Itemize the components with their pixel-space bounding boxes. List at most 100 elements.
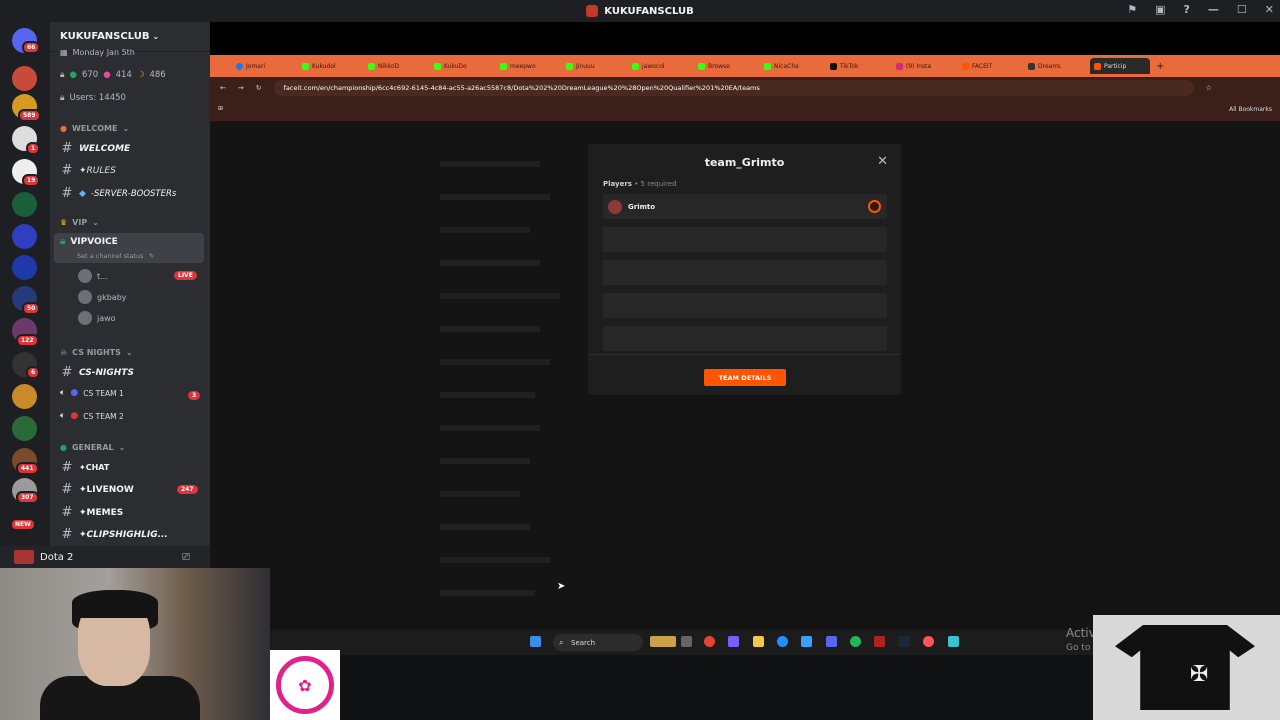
channel-cs-nights[interactable]: # CS-NIGHTS [60,365,134,380]
inbox-icon[interactable]: ⚑ [1127,3,1137,16]
minimize-button[interactable]: — [1208,3,1219,16]
titlebar-controls: ⚑ ▣ ? — ☐ ✕ [1127,3,1274,16]
team-details-button[interactable]: TEAM DETAILS [704,369,786,386]
unread-badge: 247 [177,485,198,494]
discord-icon[interactable] [826,636,837,647]
channel-list: KUKUFANSCLUB ⌄ ⚇ ▦Monday Jan 5th 🔒︎ ●670… [50,22,242,567]
channel-label: ✦MEMES [79,507,124,518]
lock-icon: 🔒︎ [60,70,65,80]
browser-tab[interactable]: Jomari [232,58,292,74]
widget-icon[interactable] [650,636,676,647]
streamer-bangs [72,590,158,618]
browser-tab[interactable]: Jinuuu [562,58,622,74]
channel-welcome[interactable]: # WELCOME [60,141,131,156]
browser-tab[interactable]: DreamL [1024,58,1084,74]
channel-label: CS-NIGHTS [79,367,134,378]
apps-icon[interactable]: ⊞ [218,105,223,112]
players-required: • 5 required [631,180,677,188]
close-icon[interactable]: ✕ [877,154,888,169]
app-icon[interactable] [923,636,934,647]
category-general[interactable]: ● GENERAL ⌄ [60,443,125,452]
back-icon[interactable]: ← [220,84,226,92]
steam-icon[interactable] [899,636,910,647]
channel-clips[interactable]: # ✦CLIPSHIGHLIG... [60,527,168,542]
avatar [78,311,92,325]
category-cs-nights[interactable]: ☠ CS NIGHTS ⌄ [60,348,133,357]
voice-user[interactable]: gkbaby [78,290,127,304]
browser-tab-active[interactable]: Particip [1090,58,1150,74]
reload-icon[interactable]: ↻ [256,84,262,92]
browser-tab[interactable]: Kukudol [298,58,358,74]
server-icon[interactable] [12,384,37,409]
voice-user[interactable]: t... [78,269,108,283]
task-view-icon[interactable] [681,636,692,647]
all-bookmarks[interactable]: All Bookmarks [1229,106,1272,113]
copilot-icon[interactable] [728,636,739,647]
tab-label: Jomari [246,62,266,70]
browser-tab[interactable]: FACEIT [958,58,1018,74]
browser-tab[interactable]: NicaCha [760,58,820,74]
server-icon[interactable] [12,66,37,91]
browser-tab[interactable]: TikTok [826,58,886,74]
player-slot[interactable]: Grimto [603,194,887,219]
server-icon[interactable] [12,192,37,217]
speaker-icon: 🔈︎ [60,411,66,421]
folder-icon[interactable] [753,636,764,647]
channel-livenow[interactable]: # ✦LIVENOW [60,482,134,497]
windows-start-icon[interactable] [530,636,541,647]
stream-icon[interactable]: ⎚ [182,552,190,563]
server-icon[interactable] [12,224,37,249]
mouse-cursor-icon: ➤ [557,581,566,592]
help-icon[interactable]: ? [1184,3,1190,16]
browser-tab[interactable]: KukuDo [430,58,490,74]
star-icon[interactable]: ☆ [1206,84,1212,92]
channel-status[interactable]: Set a channel status ✎ [77,252,154,260]
activity-bar[interactable]: Dota 2 ⎚ [0,546,210,568]
server-icon[interactable] [12,416,37,441]
server-icon[interactable] [12,255,37,280]
server-name: KUKUFANSCLUB [60,31,150,42]
taskbar-search[interactable]: ⌕ Search [553,634,643,651]
screen-icon[interactable]: ▣ [1155,3,1165,16]
empty-player-slot [603,227,887,252]
channel-rules[interactable]: # ✦RULES [60,163,116,178]
maximize-button[interactable]: ☐ [1237,3,1247,16]
store-icon[interactable] [801,636,812,647]
dota-icon[interactable] [874,636,885,647]
category-welcome[interactable]: ● WELCOME ⌄ [60,124,129,133]
browser-tab[interactable]: meepwo [496,58,556,74]
avatar [78,290,92,304]
browser-tab[interactable]: NikkoD [364,58,424,74]
windows-taskbar: ⌕ Search [210,630,1093,655]
cross-emblem-icon: ✠ [1190,662,1209,687]
browser-tab[interactable]: (9) Insta [892,58,952,74]
channel-label: ✦CHAT [79,463,110,472]
tab-label: Kukudol [312,62,336,70]
browser-tab[interactable]: Browse [694,58,754,74]
channel-cs-team2[interactable]: 🔈︎ ● CS TEAM 2 [60,411,124,421]
channel-cs-team1[interactable]: 🔈︎ ● CS TEAM 1 [60,388,124,398]
category-vip[interactable]: ♛ VIP ⌄ [60,218,99,227]
spotify-icon[interactable] [850,636,861,647]
avatar [78,269,92,283]
close-button[interactable]: ✕ [1265,3,1274,16]
edge-icon[interactable] [777,636,788,647]
browser-tab[interactable]: jawocol [628,58,688,74]
tab-label: jawocol [642,62,665,70]
new-tab-icon[interactable]: + [1156,61,1164,72]
channel-label: -SERVER-BOOSTERs [90,188,177,199]
channel-boosters[interactable]: # ◆ -SERVER-BOOSTERs [60,186,177,201]
players-heading: Players [603,180,632,188]
channel-memes[interactable]: # ✦MEMES [60,505,124,520]
app-icon[interactable] [948,636,959,647]
url-field[interactable]: faceit.com/en/championship/6cc4c692-6145… [273,80,1194,96]
server-logo-icon [586,5,599,17]
channel-chat[interactable]: # ✦CHAT [60,460,110,475]
forward-icon[interactable]: → [238,84,244,92]
users-line: 🔒︎ Users: 14450 [60,93,126,103]
chrome-icon[interactable] [704,636,715,647]
hash-icon: # [61,505,73,520]
voice-user[interactable]: jawo [78,311,116,325]
bookmarks-bar: ⊞ All Bookmarks [210,99,1280,121]
server-badge: 1 [26,142,41,155]
